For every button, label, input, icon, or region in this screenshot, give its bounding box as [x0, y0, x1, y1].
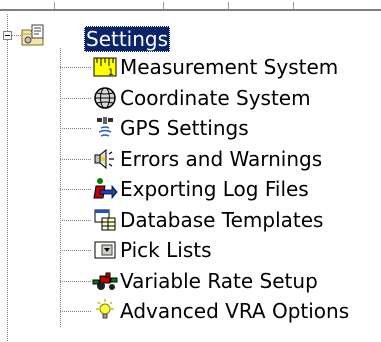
satellite-icon — [92, 115, 118, 141]
tree-line — [60, 128, 92, 129]
tractor-icon — [92, 268, 118, 294]
lightbulb-icon — [92, 298, 118, 324]
header-divider — [293, 2, 294, 9]
tree-item-label: Database Templates — [120, 208, 324, 232]
settings-folder-icon — [21, 23, 47, 47]
export-icon — [92, 176, 118, 202]
collapse-toggle[interactable] — [3, 31, 12, 40]
tree-line — [60, 159, 92, 160]
header-divider — [163, 2, 164, 9]
tree-root-settings[interactable]: Settings — [84, 26, 171, 52]
tree-line — [60, 48, 61, 328]
tree-line — [60, 311, 92, 312]
tree-item-label: GPS Settings — [120, 116, 249, 140]
header-divider — [54, 2, 55, 9]
tree-line — [60, 189, 92, 190]
tree-item[interactable]: 1 Measurement System — [92, 52, 381, 82]
tree-line — [60, 250, 92, 251]
tree-item-label: Pick Lists — [120, 238, 212, 262]
tree-item[interactable]: Exporting Log Files — [92, 174, 381, 204]
ruler-icon: 1 — [92, 54, 118, 80]
tree-item[interactable]: Variable Rate Setup — [92, 266, 381, 296]
tree-item-label: Errors and Warnings — [120, 147, 323, 171]
svg-text:1: 1 — [108, 68, 114, 78]
tree-item[interactable]: Coordinate System — [92, 83, 381, 113]
tree-item[interactable]: GPS Settings — [92, 113, 381, 143]
header-divider — [228, 2, 229, 9]
globe-icon — [92, 85, 118, 111]
tree-item-label: Advanced VRA Options — [120, 299, 350, 323]
column-header-strip — [0, 0, 381, 14]
tree-line — [7, 40, 8, 342]
tree-line — [60, 220, 92, 221]
tree-item[interactable]: Pick Lists — [92, 235, 381, 265]
tree-line — [60, 281, 92, 282]
tree-item-label: Variable Rate Setup — [120, 269, 318, 293]
tree-item[interactable]: Errors and Warnings — [92, 144, 381, 174]
dropdown-list-icon — [92, 237, 118, 263]
tree-line — [7, 14, 8, 31]
speaker-icon — [92, 146, 118, 172]
tree-item[interactable]: Database Templates — [92, 205, 381, 235]
tree-item-label: Measurement System — [120, 55, 339, 79]
tree-item-label: Exporting Log Files — [120, 177, 309, 201]
tree-line — [60, 98, 92, 99]
tree-item[interactable]: Advanced VRA Options — [92, 296, 381, 326]
tree-line — [12, 35, 21, 36]
tree-item-label: Coordinate System — [120, 86, 311, 110]
database-template-icon — [92, 207, 118, 233]
tree-line — [60, 67, 92, 68]
header-border — [0, 9, 381, 11]
